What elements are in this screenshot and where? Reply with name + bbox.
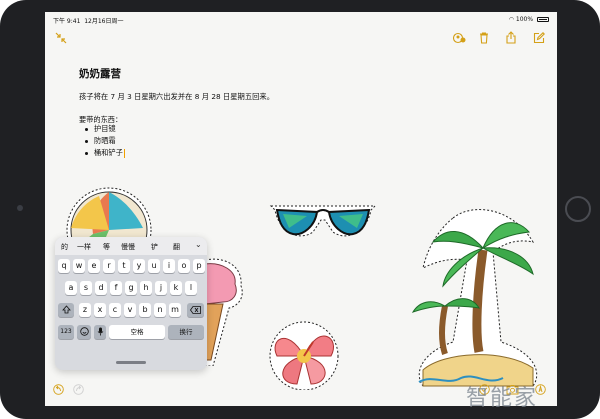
bullet-list: 护目镜 防晒霜 桶和铲子 xyxy=(85,124,125,160)
status-time: 下午 9:41 xyxy=(53,18,81,25)
key-c[interactable]: c xyxy=(109,303,121,317)
key-l[interactable]: l xyxy=(185,281,197,295)
floating-keyboard[interactable]: 的 一样 等 慢慢 铲 翻 ⌄ q w e r t y u i o p a s … xyxy=(55,237,207,370)
key-q[interactable]: q xyxy=(58,259,70,273)
space-key[interactable]: 空格 xyxy=(109,325,165,339)
battery-icon xyxy=(537,17,549,22)
compose-icon[interactable] xyxy=(533,32,545,46)
key-o[interactable]: o xyxy=(178,259,190,273)
candidate-word[interactable]: 慢慢 xyxy=(121,242,135,252)
key-w[interactable]: w xyxy=(73,259,85,273)
chevron-down-icon[interactable]: ⌄ xyxy=(195,240,202,249)
status-time-date: 下午 9:41 12月16日周一 xyxy=(53,16,124,25)
watermark: 智能家 xyxy=(466,386,539,411)
shift-icon xyxy=(61,305,71,314)
ice-cream-sticker xyxy=(205,258,243,366)
undo-icon[interactable] xyxy=(53,384,64,398)
microphone-icon xyxy=(97,327,103,336)
share-icon[interactable] xyxy=(506,31,516,46)
dictation-key[interactable] xyxy=(94,325,106,339)
delete-key[interactable] xyxy=(187,303,204,317)
note-title[interactable]: 奶奶露营 xyxy=(79,66,121,81)
key-n[interactable]: n xyxy=(154,303,166,317)
status-bar: 下午 9:41 12月16日周一 ◠ 100% xyxy=(45,12,557,26)
list-item[interactable]: 桶和铲子 xyxy=(85,148,125,160)
candidate-word[interactable]: 翻 xyxy=(173,242,180,252)
key-z[interactable]: z xyxy=(79,303,91,317)
list-item[interactable]: 防晒霜 xyxy=(85,136,125,148)
candidate-bar: 的 一样 等 慢慢 铲 翻 ⌄ xyxy=(55,237,207,255)
key-s[interactable]: s xyxy=(80,281,92,295)
collapse-icon[interactable] xyxy=(55,32,67,46)
key-d[interactable]: d xyxy=(95,281,107,295)
key-p[interactable]: p xyxy=(193,259,205,273)
note-line[interactable]: 孩子将在 7 月 3 日星期六出发并在 8 月 28 日星期五回来。 xyxy=(79,92,274,102)
redo-icon[interactable] xyxy=(73,384,84,398)
key-h[interactable]: h xyxy=(140,281,152,295)
key-m[interactable]: m xyxy=(169,303,181,317)
key-g[interactable]: g xyxy=(125,281,137,295)
candidate-word[interactable]: 等 xyxy=(103,242,110,252)
candidate-word[interactable]: 一样 xyxy=(77,242,91,252)
key-r[interactable]: r xyxy=(103,259,115,273)
delete-icon xyxy=(190,305,201,314)
key-k[interactable]: k xyxy=(170,281,182,295)
key-t[interactable]: t xyxy=(118,259,130,273)
key-a[interactable]: a xyxy=(65,281,77,295)
key-j[interactable]: j xyxy=(155,281,167,295)
key-v[interactable]: v xyxy=(124,303,136,317)
key-f[interactable]: f xyxy=(110,281,122,295)
battery-percent: 100% xyxy=(515,16,534,23)
candidate-word[interactable]: 铲 xyxy=(151,242,158,252)
key-y[interactable]: y xyxy=(133,259,145,273)
share-user-icon[interactable] xyxy=(452,32,466,46)
key-e[interactable]: e xyxy=(88,259,100,273)
status-date: 12月16日周一 xyxy=(84,18,124,25)
text-cursor xyxy=(123,148,125,158)
emoji-icon xyxy=(79,327,89,336)
ipad-frame: 下午 9:41 12月16日周一 ◠ 100% 奶奶露营 孩子将在 7 月 3 … xyxy=(0,0,600,419)
key-u[interactable]: u xyxy=(148,259,160,273)
wifi-icon: ◠ xyxy=(508,16,514,23)
candidate-word[interactable]: 的 xyxy=(61,242,68,252)
palm-island-sticker xyxy=(411,209,538,387)
numbers-key[interactable]: 123 xyxy=(58,325,74,339)
front-camera xyxy=(17,205,23,211)
key-i[interactable]: i xyxy=(163,259,175,273)
shift-key[interactable] xyxy=(58,303,74,317)
trash-icon[interactable] xyxy=(479,32,489,46)
emoji-key[interactable] xyxy=(77,325,91,339)
key-x[interactable]: x xyxy=(94,303,106,317)
hibiscus-flower-sticker xyxy=(269,321,339,390)
sunglasses-sticker xyxy=(269,205,377,237)
return-key[interactable]: 换行 xyxy=(168,325,204,339)
key-b[interactable]: b xyxy=(139,303,151,317)
keyboard-drag-handle[interactable] xyxy=(116,361,146,364)
list-item[interactable]: 护目镜 xyxy=(85,124,125,136)
status-right: ◠ 100% xyxy=(509,16,549,23)
notes-screen: 下午 9:41 12月16日周一 ◠ 100% 奶奶露营 孩子将在 7 月 3 … xyxy=(45,12,557,406)
home-button[interactable] xyxy=(565,196,591,222)
